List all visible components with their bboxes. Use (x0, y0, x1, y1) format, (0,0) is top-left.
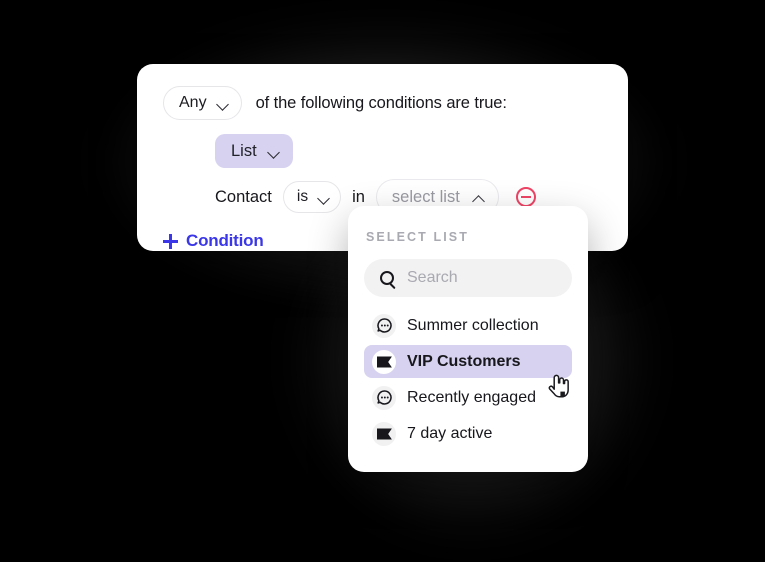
list-option-label: Recently engaged (407, 388, 536, 406)
add-condition-button[interactable]: Condition (163, 231, 264, 251)
chat-bubble-icon (376, 390, 392, 405)
list-options: Summer collection VIP Customers Recently e… (364, 309, 572, 450)
list-option-label: 7 day active (407, 424, 493, 442)
plus-icon (163, 233, 178, 249)
list-option-label: VIP Customers (407, 352, 521, 370)
field-pill-row: List (163, 134, 602, 168)
chevron-down-icon (217, 100, 229, 107)
list-option[interactable]: Recently engaged (364, 381, 572, 414)
operator-select[interactable]: is (282, 181, 342, 213)
add-condition-label: Condition (186, 231, 264, 250)
flag-icon (372, 421, 396, 446)
field-type-value: List (231, 141, 257, 160)
match-type-row: Any of the following conditions are true… (163, 86, 602, 120)
search-icon (380, 271, 394, 285)
operator-value: is (296, 188, 309, 205)
field-type-select[interactable]: List (215, 134, 293, 168)
search-input[interactable] (405, 268, 556, 288)
match-type-value: Any (179, 94, 207, 111)
dropdown-title: SELECT LIST (366, 230, 469, 244)
flag-icon (372, 349, 396, 374)
match-type-select[interactable]: Any (163, 86, 242, 120)
chat-bubble-icon (376, 318, 392, 333)
search-box[interactable] (364, 259, 572, 297)
subject-label: Contact (215, 187, 272, 206)
chevron-down-icon (318, 194, 330, 201)
screen: Any of the following conditions are true… (0, 0, 765, 562)
list-option[interactable]: Summer collection (364, 309, 572, 342)
intro-text: of the following conditions are true: (255, 93, 507, 112)
list-option[interactable]: 7 day active (364, 417, 572, 450)
list-option-label: Summer collection (407, 316, 539, 334)
chat-bubble-icon (372, 313, 396, 338)
list-option[interactable]: VIP Customers (364, 345, 572, 378)
chevron-down-icon (268, 148, 280, 155)
flag-icon (376, 356, 392, 367)
select-list-dropdown-panel: SELECT LIST Summer collection VIP Custome… (348, 206, 588, 472)
joiner-text: in (352, 187, 365, 206)
flag-icon (376, 428, 392, 439)
chevron-up-icon (473, 194, 485, 201)
remove-condition-button[interactable] (515, 187, 536, 207)
select-list-value: select list (391, 187, 460, 206)
chat-bubble-icon (372, 385, 396, 410)
